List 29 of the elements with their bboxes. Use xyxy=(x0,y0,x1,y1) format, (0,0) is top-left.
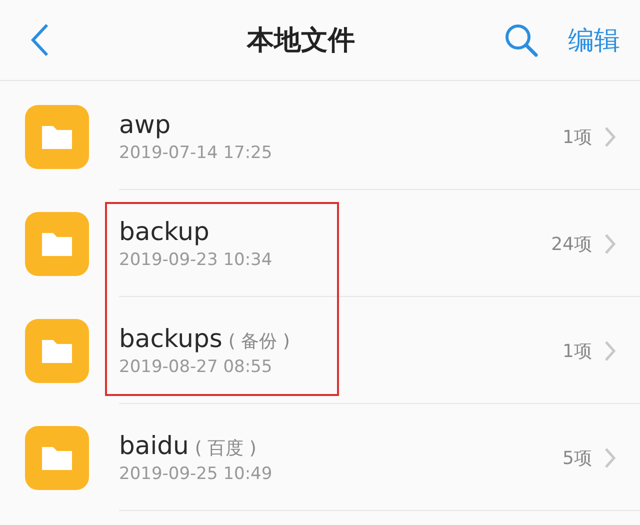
item-count: 1项 xyxy=(562,126,592,148)
folder-date: 2019-09-25 10:49 xyxy=(119,464,274,484)
folder-name: awp xyxy=(119,110,171,139)
folder-icon xyxy=(25,426,89,490)
chevron-icon xyxy=(604,446,616,468)
folder-date: 2019-09-23 10:34 xyxy=(119,250,274,270)
folder-note: ( 备份 ) xyxy=(228,330,290,353)
back-icon[interactable] xyxy=(30,23,50,57)
item-count: 1项 xyxy=(562,340,592,362)
folder-icon xyxy=(25,318,89,382)
folder-date: 2019-07-14 17:25 xyxy=(119,143,274,163)
chevron-icon xyxy=(604,340,616,362)
folder-icon xyxy=(25,104,89,168)
folder-icon xyxy=(25,212,89,276)
folder-row[interactable]: backup 2019-09-23 10:34 24项 xyxy=(0,190,640,297)
chevron-icon xyxy=(604,232,616,254)
folder-note: ( 百度 ) xyxy=(194,437,256,460)
chevron-icon xyxy=(604,126,616,148)
folder-name: backups xyxy=(119,324,222,353)
page-title: 本地文件 xyxy=(247,24,355,58)
search-icon[interactable] xyxy=(504,23,538,57)
folder-date: 2019-08-27 08:55 xyxy=(119,357,274,377)
item-count: 24项 xyxy=(551,232,592,256)
folder-row[interactable]: backups ( 备份 ) 2019-08-27 08:55 1项 xyxy=(0,297,640,404)
folder-name: backup xyxy=(119,217,210,246)
folder-name: baidu xyxy=(119,431,189,460)
item-count: 5项 xyxy=(562,446,592,470)
folder-row[interactable]: awp 2019-07-14 17:25 1项 xyxy=(0,83,640,190)
folder-row[interactable]: baidu ( 百度 ) 2019-09-25 10:49 5项 xyxy=(0,404,640,511)
